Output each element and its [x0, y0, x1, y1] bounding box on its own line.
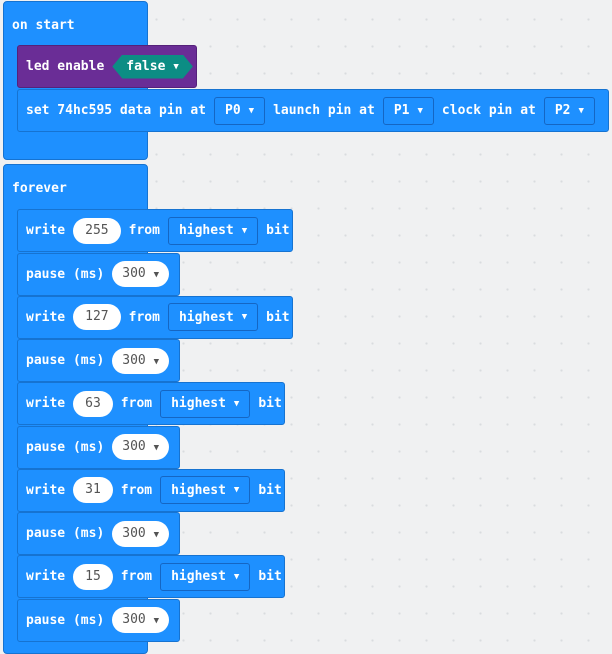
write-value-input[interactable]: 127: [73, 304, 121, 330]
from-label: from: [120, 482, 153, 498]
chevron-down-icon: ▼: [578, 105, 584, 116]
from-label: from: [128, 309, 160, 325]
pause-value-input[interactable]: 300 ▼: [112, 347, 170, 374]
data-pin-value: P0: [225, 103, 241, 118]
chevron-down-icon: ▼: [173, 61, 179, 72]
pause-block[interactable]: pause (ms) 300 ▼: [17, 512, 180, 555]
chevron-down-icon: ▼: [153, 356, 160, 367]
pause-label: pause (ms): [26, 526, 105, 541]
clock-pin-value: P2: [554, 103, 571, 118]
bit-order-dropdown[interactable]: highest ▼: [167, 216, 259, 245]
chevron-down-icon: ▼: [248, 105, 255, 116]
pause-label: pause (ms): [26, 612, 105, 628]
pause-label: pause (ms): [26, 439, 105, 455]
bit-label: bit: [258, 396, 282, 411]
pause-value: 300: [122, 266, 146, 281]
pause-block[interactable]: pause (ms) 300 ▼: [17, 598, 180, 642]
pause-value-input[interactable]: 300 ▼: [112, 261, 170, 287]
forever-label: forever: [12, 181, 67, 196]
clock-pin-dropdown[interactable]: P2 ▼: [543, 96, 595, 125]
set-data-pin-label: set 74hc595 data pin at: [26, 103, 207, 118]
write-label: write: [26, 396, 66, 411]
data-pin-dropdown[interactable]: P0 ▼: [214, 96, 266, 125]
on-start-label: on start: [12, 18, 75, 33]
bit-label: bit: [266, 309, 290, 325]
write-value: 31: [85, 482, 101, 497]
led-enable-label: led enable: [26, 59, 105, 74]
pause-label: pause (ms): [26, 266, 105, 282]
bit-order-dropdown[interactable]: highest ▼: [160, 476, 251, 504]
pause-label: pause (ms): [26, 353, 105, 368]
bit-order-dropdown[interactable]: highest ▼: [160, 562, 251, 591]
write-value: 63: [85, 395, 101, 411]
bit-order-value: highest: [171, 569, 226, 584]
write-value-input[interactable]: 255: [73, 217, 121, 244]
launch-pin-dropdown[interactable]: P1 ▼: [382, 96, 434, 125]
set-74hc595-pins-block[interactable]: set 74hc595 data pin at P0 ▼ launch pin …: [17, 89, 609, 132]
pause-value-input[interactable]: 300 ▼: [112, 434, 170, 460]
write-value: 255: [85, 222, 109, 238]
pause-value-input[interactable]: 300 ▼: [112, 607, 170, 633]
from-label: from: [128, 223, 160, 238]
chevron-down-icon: ▼: [153, 616, 160, 626]
pause-value-input[interactable]: 300 ▼: [112, 520, 170, 547]
write-value: 127: [85, 309, 109, 324]
chevron-down-icon: ▼: [417, 105, 423, 116]
bit-label: bit: [258, 482, 282, 498]
bit-order-value: highest: [171, 396, 226, 411]
chevron-down-icon: ▼: [233, 571, 240, 582]
bit-order-value: highest: [171, 482, 226, 498]
chevron-down-icon: ▼: [233, 398, 240, 409]
write-value-input[interactable]: 15: [73, 563, 113, 590]
write-block[interactable]: write 31 from highest ▼ bit: [17, 468, 285, 512]
bit-order-value: highest: [178, 223, 234, 238]
pause-block[interactable]: pause (ms) 300 ▼: [17, 252, 180, 296]
led-enable-boolean-dropdown[interactable]: false ▼: [112, 55, 193, 79]
pause-value: 300: [122, 525, 146, 541]
write-block[interactable]: write 255 from highest ▼ bit: [17, 209, 293, 252]
write-block[interactable]: write 63 from highest ▼ bit: [17, 382, 285, 425]
pause-block[interactable]: pause (ms) 300 ▼: [17, 425, 180, 469]
from-label: from: [120, 569, 153, 584]
write-label: write: [26, 309, 66, 325]
pause-value: 300: [122, 439, 146, 454]
write-block[interactable]: write 127 from highest ▼ bit: [17, 295, 293, 339]
pause-block[interactable]: pause (ms) 300 ▼: [17, 339, 180, 382]
chevron-down-icon: ▼: [233, 485, 240, 495]
pause-value: 300: [122, 612, 146, 627]
chevron-down-icon: ▼: [153, 270, 160, 280]
chevron-down-icon: ▼: [241, 225, 248, 236]
write-label: write: [26, 223, 66, 238]
write-value-input[interactable]: 31: [73, 477, 113, 503]
write-value: 15: [85, 568, 101, 584]
bit-order-dropdown[interactable]: highest ▼: [160, 389, 251, 418]
write-value-input[interactable]: 63: [73, 390, 113, 417]
led-enable-value: false: [126, 59, 166, 74]
launch-pin-value: P1: [393, 103, 410, 118]
from-label: from: [120, 396, 153, 411]
bit-label: bit: [258, 569, 282, 584]
bit-order-dropdown[interactable]: highest ▼: [167, 303, 259, 331]
bit-label: bit: [266, 223, 290, 238]
chevron-down-icon: ▼: [153, 443, 160, 453]
clock-pin-label: clock pin at: [441, 103, 536, 118]
bit-order-value: highest: [178, 309, 234, 325]
write-label: write: [26, 569, 66, 584]
write-label: write: [26, 482, 66, 498]
chevron-down-icon: ▼: [241, 312, 248, 322]
launch-pin-label: launch pin at: [273, 103, 375, 118]
led-enable-block[interactable]: led enable false ▼: [17, 45, 197, 88]
chevron-down-icon: ▼: [153, 529, 160, 540]
write-block[interactable]: write 15 from highest ▼ bit: [17, 555, 285, 598]
pause-value: 300: [122, 352, 146, 368]
